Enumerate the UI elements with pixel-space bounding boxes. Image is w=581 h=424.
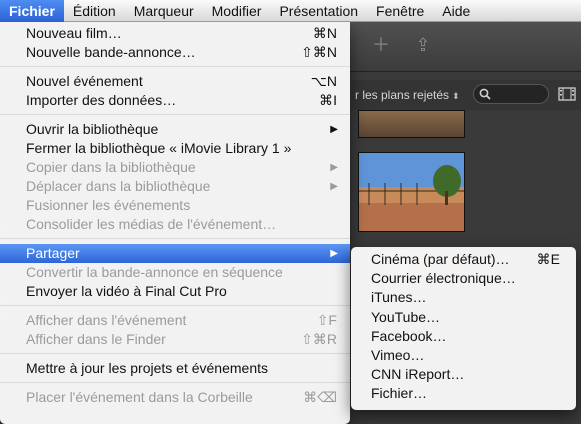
submenu-arrow-icon: ▶ (330, 124, 338, 135)
menu-item-envoyer-final-cut[interactable]: Envoyer la vidéo à Final Cut Pro (0, 282, 350, 301)
search-input[interactable] (473, 84, 549, 104)
menu-edition[interactable]: Édition (64, 0, 125, 22)
menu-item-nouveau-film[interactable]: Nouveau film… ⌘N (0, 24, 350, 43)
menu-item-consolider-medias: Consolider les médias de l'événement… (0, 215, 350, 234)
clip-thumbnail[interactable] (358, 110, 465, 138)
menu-item-label: Nouvel événement (26, 73, 143, 89)
import-icon[interactable]: ＋ (370, 34, 392, 56)
share-item-cnn-ireport[interactable]: CNN iReport… (351, 365, 576, 384)
submenu-arrow-icon: ▶ (330, 248, 338, 259)
menu-item-nouvelle-bande-annonce[interactable]: Nouvelle bande-annonce… ⇧⌘N (0, 43, 350, 62)
menu-item-label: Ouvrir la bibliothèque (26, 121, 159, 137)
menu-item-label: Copier dans la bibliothèque (26, 159, 196, 175)
menu-item-copier-bibliotheque: Copier dans la bibliothèque ▶ (0, 158, 350, 177)
menu-item-label: Consolider les médias de l'événement… (26, 216, 277, 232)
fichier-menu: Nouveau film… ⌘N Nouvelle bande-annonce… ⇧… (0, 22, 350, 424)
menu-item-label: CNN iReport… (371, 366, 465, 383)
menu-item-label: Envoyer la vidéo à Final Cut Pro (26, 283, 227, 299)
shortcut-label: ⇧⌘R (301, 331, 337, 347)
menu-item-fermer-bibliotheque[interactable]: Fermer la bibliothèque « iMovie Library … (0, 139, 350, 158)
filter-label: r les plans rejetés (355, 88, 450, 102)
menu-item-label: YouTube… (371, 308, 441, 325)
menu-item-mettre-a-jour[interactable]: Mettre à jour les projets et événements (0, 359, 350, 378)
shortcut-label: ⌘⌫ (303, 389, 337, 405)
partager-submenu: Cinéma (par défaut)… ⌘E Courrier électron… (351, 247, 576, 410)
menu-item-label: Cinéma (par défaut)… (371, 251, 510, 267)
menu-modifier[interactable]: Modifier (203, 0, 271, 22)
menu-item-deplacer-bibliotheque: Déplacer dans la bibliothèque ▶ (0, 177, 350, 196)
filmstrip-icon[interactable] (558, 86, 576, 102)
menu-item-label: Nouvelle bande-annonce… (26, 44, 196, 60)
share-toolbar-icon[interactable]: ⇪ (412, 34, 434, 56)
menu-separator (0, 353, 350, 354)
menu-presentation[interactable]: Présentation (270, 0, 367, 22)
menu-item-importer-donnees[interactable]: Importer des données… ⌘I (0, 91, 350, 110)
menu-item-label: Partager (26, 245, 80, 261)
menu-item-label: Déplacer dans la bibliothèque (26, 178, 211, 194)
menu-item-placer-corbeille: Placer l'événement dans la Corbeille ⌘⌫ (0, 388, 350, 407)
shortcut-label: ⇧F (316, 312, 337, 328)
menu-item-label: Vimeo… (371, 346, 425, 363)
share-item-itunes[interactable]: iTunes… (351, 288, 576, 307)
share-item-fichier[interactable]: Fichier… (351, 384, 576, 403)
share-item-courrier[interactable]: Courrier électronique… (351, 269, 576, 288)
menu-item-label: iTunes… (371, 289, 427, 306)
updown-chevron-icon: ⬍ (452, 91, 460, 101)
menu-item-label: Nouveau film… (26, 25, 122, 41)
menu-item-label: Importer des données… (26, 92, 177, 108)
menu-item-label: Courrier électronique… (371, 270, 516, 287)
menu-separator (0, 66, 350, 67)
submenu-arrow-icon: ▶ (330, 181, 338, 192)
menu-item-label: Fermer la bibliothèque « iMovie Library … (26, 140, 292, 156)
menu-bar: Fichier Édition Marqueur Modifier Présen… (0, 0, 581, 22)
submenu-arrow-icon: ▶ (330, 162, 338, 173)
share-item-cinema[interactable]: Cinéma (par défaut)… ⌘E (351, 250, 576, 269)
shortcut-label: ⌘N (312, 25, 337, 41)
shortcut-label: ⇧⌘N (301, 44, 337, 60)
menu-item-label: Fichier… (371, 385, 428, 402)
menu-fichier[interactable]: Fichier (0, 0, 64, 22)
shortcut-label: ⌘E (536, 251, 560, 267)
menu-item-partager[interactable]: Partager ▶ (0, 244, 350, 263)
menu-separator (0, 382, 350, 383)
menu-marqueur[interactable]: Marqueur (125, 0, 203, 22)
menu-separator (0, 114, 350, 115)
menu-item-fusionner-evenements: Fusionner les événements (0, 196, 350, 215)
menu-item-afficher-evenement: Afficher dans l'événement ⇧F (0, 311, 350, 330)
menu-fenetre[interactable]: Fenêtre (367, 0, 433, 22)
shortcut-label: ⌘I (319, 92, 337, 108)
menu-item-label: Fusionner les événements (26, 197, 191, 213)
menu-item-nouvel-evenement[interactable]: Nouvel événement ⌥N (0, 72, 350, 91)
menu-item-label: Afficher dans l'événement (26, 312, 187, 328)
share-item-youtube[interactable]: YouTube… (351, 308, 576, 327)
search-icon (479, 88, 491, 100)
menu-item-label: Afficher dans le Finder (26, 331, 166, 347)
menu-item-label: Placer l'événement dans la Corbeille (26, 389, 253, 405)
share-item-facebook[interactable]: Facebook… (351, 327, 576, 346)
menu-item-ouvrir-bibliotheque[interactable]: Ouvrir la bibliothèque ▶ (0, 120, 350, 139)
rejected-clips-filter[interactable]: r les plans rejetés ⬍ (355, 88, 460, 102)
menu-separator (0, 305, 350, 306)
menu-item-convertir-bande-annonce: Convertir la bande-annonce en séquence (0, 263, 350, 282)
menu-item-label: Facebook… (371, 327, 447, 344)
share-item-vimeo[interactable]: Vimeo… (351, 346, 576, 365)
menu-separator (0, 238, 350, 239)
menu-aide[interactable]: Aide (433, 0, 479, 22)
menu-item-label: Mettre à jour les projets et événements (26, 360, 269, 376)
menu-item-afficher-finder: Afficher dans le Finder ⇧⌘R (0, 330, 350, 349)
shortcut-label: ⌥N (310, 73, 337, 89)
clip-thumbnail[interactable] (358, 152, 465, 232)
menu-item-label: Convertir la bande-annonce en séquence (26, 264, 283, 280)
